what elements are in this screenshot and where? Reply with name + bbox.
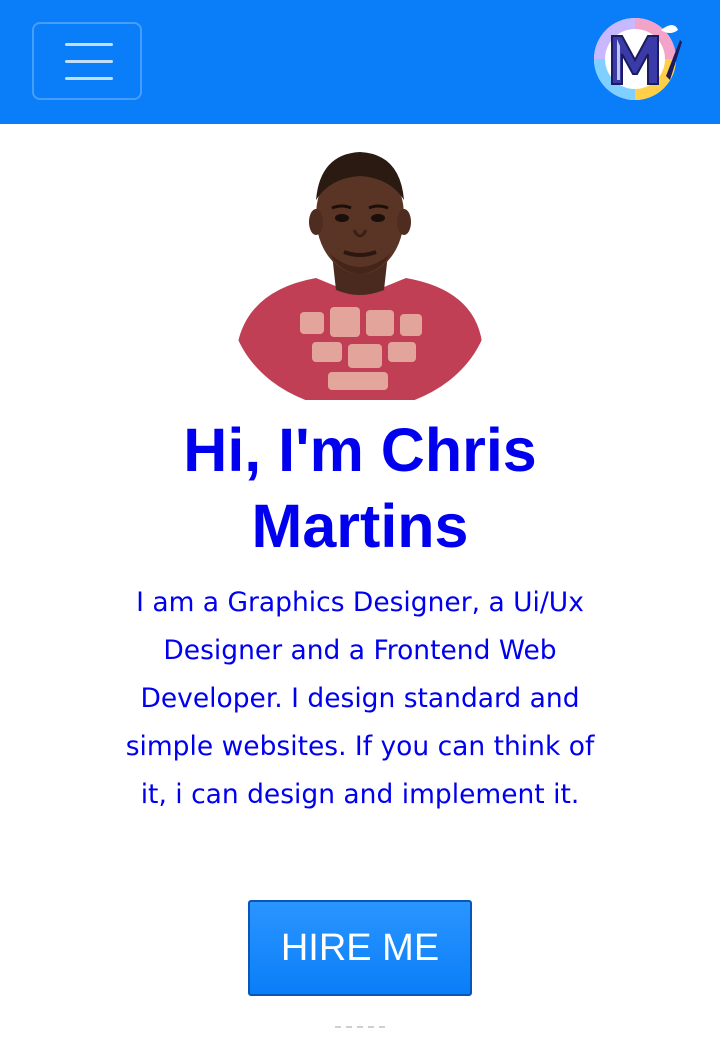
hamburger-menu-icon-bar bbox=[65, 77, 113, 80]
navbar bbox=[0, 0, 720, 124]
profile-avatar bbox=[230, 142, 490, 400]
hamburger-menu-icon-bar bbox=[65, 43, 113, 46]
hero-title: Hi, I'm Chris Martins bbox=[183, 416, 537, 560]
hamburger-menu-icon-bar bbox=[65, 60, 113, 63]
brand-logo-icon[interactable] bbox=[590, 16, 682, 102]
hire-me-button[interactable]: HIRE ME bbox=[248, 900, 472, 996]
menu-toggle-button[interactable] bbox=[32, 22, 142, 100]
section-divider bbox=[335, 1026, 385, 1028]
hero-intro-text: I am a Graphics Designer, a Ui/Ux Design… bbox=[125, 587, 595, 810]
